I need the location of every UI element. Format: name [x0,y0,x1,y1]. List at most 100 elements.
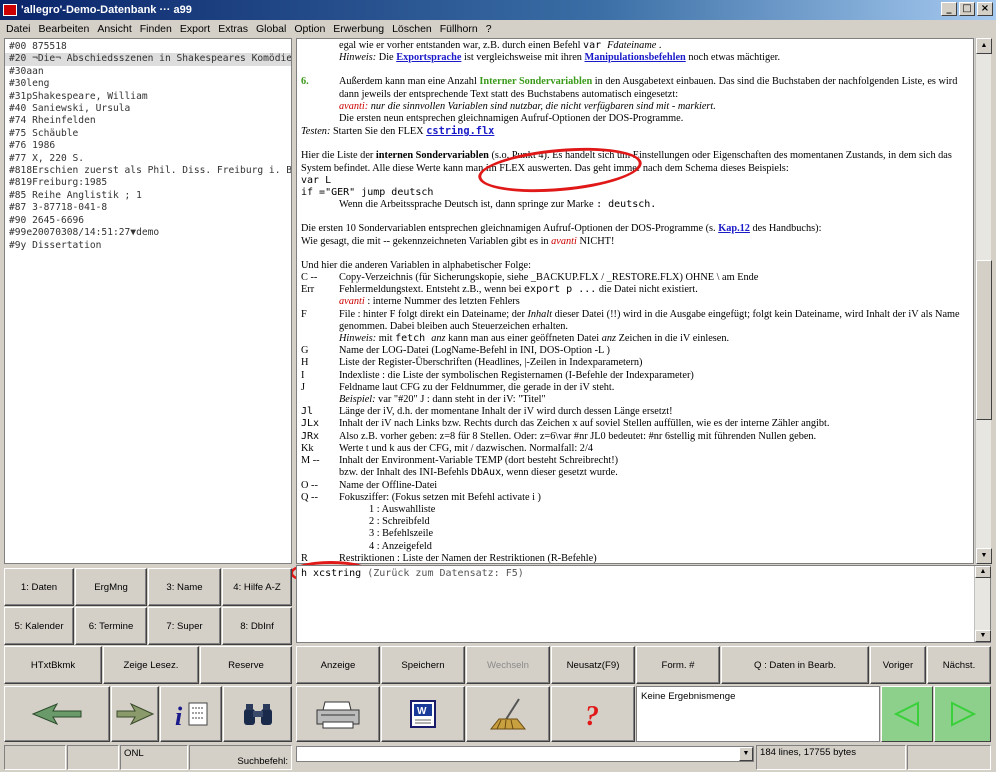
record-line[interactable]: #85 Reihe Anglistik ; 1 [9,190,291,202]
question-mark-icon: ? [585,701,599,729]
back-arrow-button[interactable] [4,686,110,742]
prev-green-button[interactable] [881,686,933,742]
close-button[interactable]: × [977,2,993,16]
scroll-down-arrow-icon[interactable]: ▼ [976,548,992,564]
status-onl: ONL [120,745,188,770]
menu-extras[interactable]: Extras [214,23,252,35]
maximize-button[interactable]: □ [959,2,975,16]
scroll-up-arrow-icon[interactable]: ▲ [976,38,992,54]
record-line[interactable]: #00 875518 [9,41,291,53]
status-cell [67,745,119,770]
record-line[interactable]: #77 X, 220 S. [9,153,291,165]
record-editor[interactable]: #00 875518 #20 ¬Die¬ Abschiedsszenen in … [4,38,292,564]
command-input[interactable]: h xcstring [301,568,361,579]
speichern-button[interactable]: Speichern [381,646,465,684]
minimize-button[interactable]: _ [941,2,957,16]
wechseln-button[interactable]: Wechseln [466,646,550,684]
ergmng-button[interactable]: ErgMng [75,568,147,606]
menu-erwerbung[interactable]: Erwerbung [329,23,388,35]
name-button[interactable]: 3: Name [148,568,221,606]
scroll-up-arrow-icon[interactable]: ▲ [975,566,991,578]
menu-ansicht[interactable]: Ansicht [93,23,135,35]
help-document[interactable]: egal wie er vorher entstanden war, z.B. … [296,38,974,564]
record-line[interactable]: #99e20070308/14:51:27▼demo [9,227,291,239]
info-index-icon: i [175,702,208,729]
link-manipulationsbefehle[interactable]: Manipulationsbefehlen [584,52,685,63]
record-line[interactable]: #819Freiburg:1985 [9,177,291,189]
menu-option[interactable]: Option [290,23,329,35]
record-line[interactable]: #74 Rheinfelden [9,115,291,127]
dbinf-button[interactable]: 8: DbInf [222,607,292,645]
right-arrow-icon [116,702,155,726]
link-cstring-flx[interactable]: cstring.flx [426,125,494,137]
menu-finden[interactable]: Finden [136,23,176,35]
word-document-icon: W [410,700,436,728]
clean-broom-button[interactable] [466,686,550,742]
form-number-button[interactable]: Form. # [636,646,720,684]
search-binoculars-button[interactable] [223,686,292,742]
app-icon [3,4,17,16]
record-line[interactable]: #30aan [9,66,291,78]
command-line[interactable]: h xcstring (Zurück zum Datensatz: F5) [296,565,991,643]
menu-loeschen[interactable]: Löschen [388,23,436,35]
result-set-info: Keine Ergebnismenge [636,686,880,742]
menu-export[interactable]: Export [176,23,214,35]
svg-text:?: ? [585,701,599,729]
menu-global[interactable]: Global [252,23,290,35]
super-button[interactable]: 7: Super [148,607,221,645]
anzeige-button[interactable]: Anzeige [296,646,380,684]
status-lines-bytes: 184 lines, 17755 bytes [756,745,906,770]
scroll-thumb[interactable] [976,260,992,420]
link-exportsprache[interactable]: Exportsprache [396,52,461,63]
printer-icon [316,701,360,729]
termine-button[interactable]: 6: Termine [75,607,147,645]
window-title: 'allegro'-Demo-Datenbank ··· a99 [21,4,192,16]
menu-bar: Datei Bearbeiten Ansicht Finden Export E… [0,20,996,37]
record-line[interactable]: #31pShakespeare, William [9,91,291,103]
svg-text:W: W [417,706,427,717]
forward-arrow-button[interactable] [111,686,159,742]
chevron-down-icon[interactable]: ▼ [739,747,753,761]
status-cell [907,745,991,770]
daten-button[interactable]: 1: Daten [4,568,74,606]
link-kap12[interactable]: Kap.12 [718,223,750,234]
record-line[interactable]: #76 1986 [9,140,291,152]
neusatz-button[interactable]: Neusatz(F9) [551,646,635,684]
record-line[interactable]: #40 Saniewski, Ursula [9,103,291,115]
status-suchbefehl-label: Suchbefehl: [189,745,292,770]
doc-scrollbar[interactable]: ▲ ▼ [975,38,992,564]
record-line[interactable]: #75 Schäuble [9,128,291,140]
reserve-button[interactable]: Reserve [200,646,292,684]
record-line[interactable]: #30leng [9,78,291,90]
status-cell [4,745,66,770]
index-info-button[interactable]: i [160,686,222,742]
voriger-button[interactable]: Voriger [870,646,926,684]
triangle-right-icon [950,701,976,727]
menu-bearbeiten[interactable]: Bearbeiten [35,23,94,35]
record-line[interactable]: #9y Dissertation [9,240,291,252]
triangle-left-icon [893,701,919,727]
next-green-button[interactable] [934,686,991,742]
daten-in-bearb-button[interactable]: Q : Daten in Bearb. [721,646,869,684]
menu-help[interactable]: ? [482,23,496,35]
kalender-button[interactable]: 5: Kalender [4,607,74,645]
record-line-selected[interactable]: #20 ¬Die¬ Abschiedsszenen in Shakespeare… [5,53,291,66]
record-line[interactable]: #90 2645-6696 [9,215,291,227]
binoculars-icon [243,704,272,725]
word-export-button[interactable]: W [381,686,465,742]
menu-fuellhorn[interactable]: Füllhorn [436,23,482,35]
title-bar[interactable]: 'allegro'-Demo-Datenbank ··· a99 _ □ × [0,0,996,20]
record-line[interactable]: #818Erschien zuerst als Phil. Diss. Frei… [9,165,291,177]
hilfe-az-button[interactable]: 4: Hilfe A-Z [222,568,292,606]
print-button[interactable] [296,686,380,742]
record-line[interactable]: #87 3-87718-041-8 [9,202,291,214]
zeige-lesez-button[interactable]: Zeige Lesez. [103,646,199,684]
naechst-button[interactable]: Nächst. [927,646,991,684]
htxtbkmk-button[interactable]: HTxtBkmk [4,646,102,684]
broom-icon [489,698,527,730]
menu-datei[interactable]: Datei [2,23,35,35]
cmd-scrollbar[interactable]: ▲ ▼ [974,566,991,642]
scroll-down-arrow-icon[interactable]: ▼ [975,630,991,642]
help-question-button[interactable]: ? [551,686,635,742]
search-command-combobox[interactable]: ▼ [296,746,754,762]
